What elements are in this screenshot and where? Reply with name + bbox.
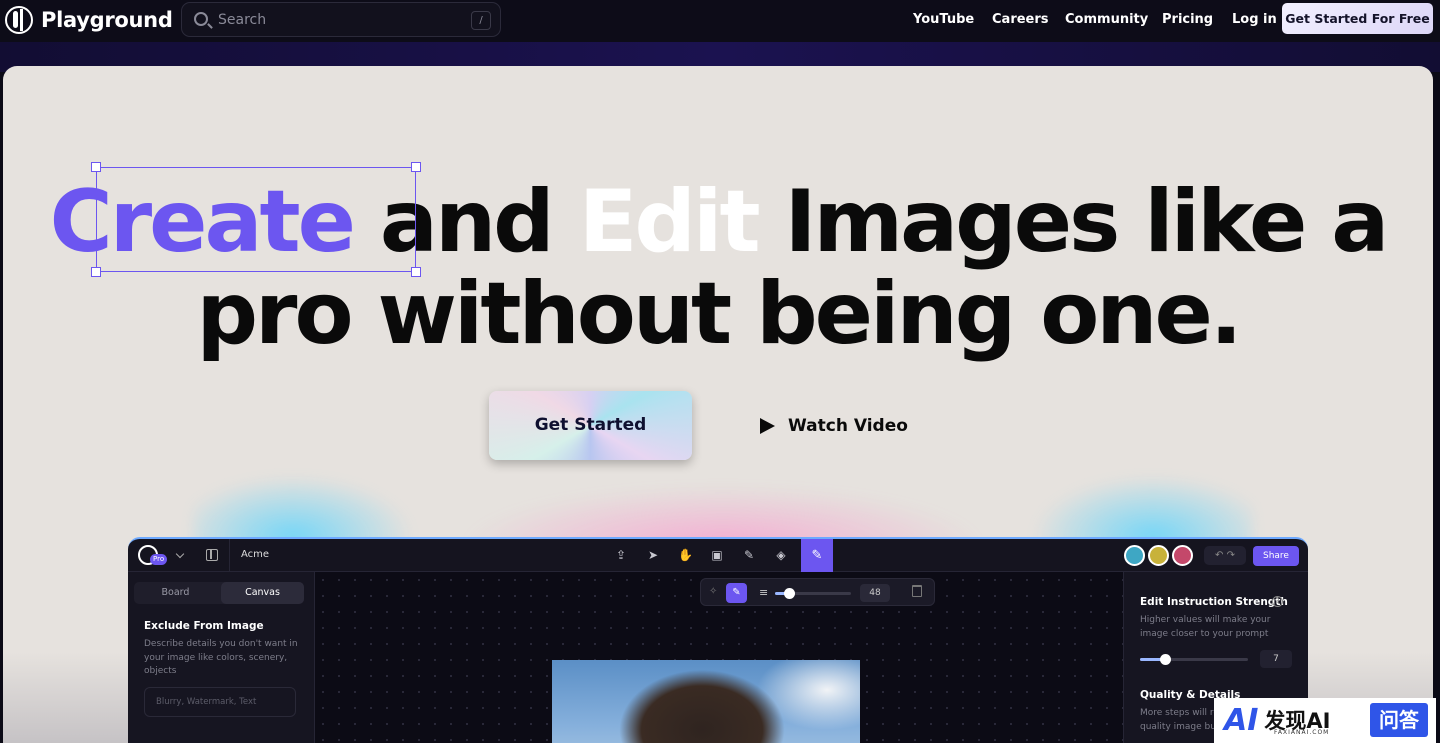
edit-strength-title: Edit Instruction Strength <box>1140 596 1288 608</box>
left-panel: Board Canvas Exclude From Image Describe… <box>128 572 315 743</box>
project-name[interactable]: Acme <box>241 549 269 560</box>
toolbar-divider <box>229 539 230 572</box>
exclude-description: Describe details you don't want in your … <box>144 639 298 676</box>
editor-canvas[interactable]: ✧ ✎ ≡ 48 <box>315 572 1123 743</box>
nav-link-pricing[interactable]: Pricing <box>1162 12 1213 27</box>
stroke-width-icon: ≡ <box>759 586 769 599</box>
collaborator-avatar-1[interactable] <box>1124 545 1145 566</box>
watermark-box: 问答 <box>1370 703 1428 737</box>
board-canvas-toggle: Board Canvas <box>134 582 304 604</box>
select-cursor-icon[interactable]: ➤ <box>646 548 660 562</box>
edit-strength-slider[interactable] <box>1140 654 1248 665</box>
help-icon[interactable]: ? <box>1272 596 1283 607</box>
sparkle-icon[interactable]: ✧ <box>709 586 717 597</box>
get-started-free-button[interactable]: Get Started For Free <box>1282 3 1433 34</box>
selection-handle-bl <box>91 267 101 277</box>
hand-icon[interactable]: ✋ <box>678 548 693 562</box>
tab-board[interactable]: Board <box>134 582 217 604</box>
brush-size-value[interactable]: 48 <box>860 584 890 602</box>
brush-tool-active-icon[interactable]: ✎ <box>801 539 833 572</box>
pro-badge: Pro <box>150 554 168 565</box>
panel-toggle-icon[interactable] <box>206 549 218 561</box>
image-add-icon[interactable]: ▣ <box>710 548 724 562</box>
nav-link-community[interactable]: Community <box>1065 12 1148 27</box>
selection-box <box>91 162 421 277</box>
collaborator-avatar-2[interactable] <box>1148 545 1169 566</box>
nav-link-login[interactable]: Log in <box>1232 12 1277 27</box>
edit-strength-value[interactable]: 7 <box>1260 650 1292 668</box>
canvas-image[interactable] <box>552 660 860 743</box>
watch-video-label: Watch Video <box>788 416 908 436</box>
brush-icon[interactable]: ✎ <box>726 583 747 603</box>
fill-icon[interactable]: ◈ <box>774 548 788 562</box>
brush-toolbar: ✧ ✎ ≡ 48 <box>700 578 935 606</box>
app-toolbar: Pro Acme ⇪ ➤ ✋ ▣ ✎ ◈ ✎ ↶ ↷ Share <box>128 539 1308 572</box>
pencil-icon[interactable]: ✎ <box>742 548 756 562</box>
selection-handle-tl <box>91 162 101 172</box>
headline-word-edit: Edit <box>578 172 761 272</box>
headline-rest-line1: Images like a <box>757 172 1390 272</box>
app-preview-window: Pro Acme ⇪ ➤ ✋ ▣ ✎ ◈ ✎ ↶ ↷ Share Board C… <box>128 537 1308 743</box>
brush-size-knob[interactable] <box>784 588 795 599</box>
edit-strength-description: Higher values will make your image close… <box>1140 615 1271 639</box>
watermark-badge: AI 发现AI FAXIANAI.COM 问答 <box>1214 698 1436 743</box>
watermark-logo: AI <box>1224 703 1259 738</box>
headline-line2: pro without being one. <box>196 264 1242 364</box>
nav-links: YouTube Careers Community Pricing Log in <box>0 12 1440 32</box>
trash-icon[interactable] <box>912 585 922 597</box>
undo-redo-buttons[interactable]: ↶ ↷ <box>1204 546 1246 565</box>
get-started-button[interactable]: Get Started <box>489 391 692 460</box>
watermark-subtitle: FAXIANAI.COM <box>1274 729 1330 736</box>
upload-icon[interactable]: ⇪ <box>614 548 628 562</box>
edit-strength-knob[interactable] <box>1160 654 1171 665</box>
tab-canvas[interactable]: Canvas <box>221 582 304 604</box>
nav-link-youtube[interactable]: YouTube <box>913 12 974 27</box>
collaborator-avatar-3[interactable] <box>1172 545 1193 566</box>
play-icon <box>760 418 775 434</box>
share-button[interactable]: Share <box>1253 546 1299 566</box>
chevron-down-icon[interactable] <box>175 549 185 559</box>
nav-link-careers[interactable]: Careers <box>992 12 1049 27</box>
watch-video-button[interactable]: Watch Video <box>760 412 908 440</box>
top-navbar: Playground / YouTube Careers Community P… <box>0 0 1440 42</box>
selection-handle-br <box>411 267 421 277</box>
selection-handle-tr <box>411 162 421 172</box>
brush-size-slider[interactable] <box>775 588 851 599</box>
exclude-input[interactable]: Blurry, Watermark, Text <box>144 687 296 717</box>
exclude-title: Exclude From Image <box>144 620 264 632</box>
